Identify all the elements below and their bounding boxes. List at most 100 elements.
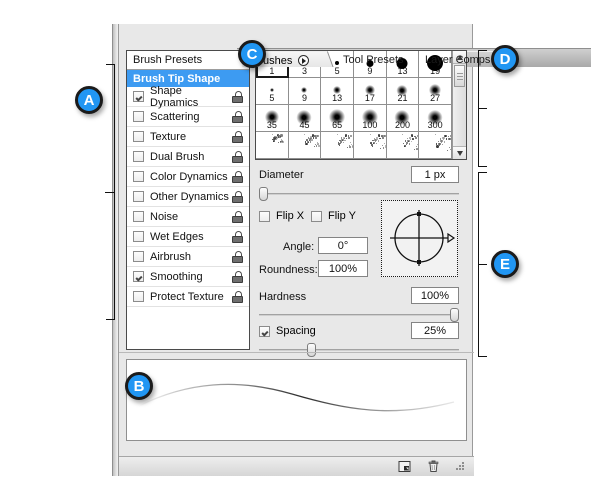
- brush-tip-cell[interactable]: 13: [321, 78, 354, 105]
- brush-option-label: Texture: [150, 130, 187, 143]
- lock-icon[interactable]: [232, 230, 244, 243]
- brush-option-label: Noise: [150, 210, 179, 223]
- panel-footer: [119, 456, 474, 476]
- lock-icon[interactable]: [232, 270, 244, 283]
- lock-icon[interactable]: [232, 210, 244, 223]
- brush-option-row[interactable]: Protect Texture: [127, 287, 249, 307]
- roundness-value[interactable]: 100%: [318, 260, 368, 277]
- angle-value[interactable]: 0°: [318, 237, 368, 254]
- brush-tip-cell[interactable]: 9: [288, 78, 322, 105]
- brush-option-row[interactable]: Shape Dynamics: [127, 84, 249, 109]
- brush-tip-cell[interactable]: [288, 132, 322, 159]
- scroll-down-arrow-icon[interactable]: [453, 146, 466, 159]
- brush-option-row[interactable]: Dual Brush: [127, 147, 249, 167]
- brush-tip-cell[interactable]: [354, 132, 387, 159]
- flip-y-checkbox-box[interactable]: [311, 210, 322, 222]
- brush-tip-cell[interactable]: 35: [256, 105, 289, 132]
- brush-tip-cell[interactable]: 100: [354, 105, 387, 132]
- brush-tip-cell[interactable]: 27: [419, 78, 452, 105]
- brush-option-row[interactable]: Smoothing: [127, 267, 249, 287]
- lock-icon[interactable]: [232, 110, 244, 123]
- panel-menu-icon[interactable]: [298, 55, 310, 66]
- trash-icon[interactable]: [426, 459, 441, 474]
- brush-tip-cell[interactable]: [256, 132, 289, 159]
- lock-icon[interactable]: [232, 190, 244, 203]
- scrollbar-thumb[interactable]: [454, 65, 465, 87]
- brush-tip-grid-cells[interactable]: 1 3 5 9 13 19 5 9 13 17 21 27 35 45 65 100 200 300: [256, 51, 452, 159]
- brush-tip-cell[interactable]: 21: [386, 78, 420, 105]
- flip-x-checkbox[interactable]: Flip X: [259, 210, 304, 222]
- lock-icon[interactable]: [232, 250, 244, 263]
- brush-option-label: Smoothing: [150, 270, 203, 283]
- brush-tip-size-label: 3: [301, 66, 307, 76]
- diameter-slider[interactable]: [259, 187, 459, 201]
- new-brush-icon[interactable]: [397, 459, 412, 474]
- brush-option-label: Dual Brush: [150, 150, 205, 163]
- angle-roundness-diagram-icon: [390, 210, 456, 266]
- brush-tip-cell[interactable]: 200: [386, 105, 420, 132]
- hardness-slider[interactable]: [259, 308, 459, 322]
- callout-bracket-e: [478, 172, 490, 357]
- lock-icon[interactable]: [232, 130, 244, 143]
- brush-option-checkbox[interactable]: [133, 151, 144, 162]
- brush-tip-size-label: 9: [367, 66, 373, 76]
- brush-option-label: Scattering: [150, 110, 200, 123]
- brush-option-checkbox[interactable]: [133, 191, 144, 202]
- brush-option-row[interactable]: Noise: [127, 207, 249, 227]
- brush-tip-cell[interactable]: 300: [419, 105, 452, 132]
- brush-option-label: Shape Dynamics: [150, 84, 199, 109]
- lock-icon[interactable]: [232, 170, 244, 183]
- spacing-label: Spacing: [276, 325, 316, 337]
- brush-option-row[interactable]: Texture: [127, 127, 249, 147]
- spacing-checkbox-box[interactable]: [259, 325, 270, 337]
- brush-tip-thumbnail: [364, 85, 375, 95]
- flip-y-checkbox[interactable]: Flip Y: [311, 210, 356, 222]
- lock-icon[interactable]: [232, 290, 244, 303]
- spacing-checkbox[interactable]: Spacing: [259, 325, 316, 337]
- brush-option-checkbox[interactable]: [133, 171, 144, 182]
- brush-option-row[interactable]: Other Dynamics: [127, 187, 249, 207]
- brush-options-list[interactable]: Brush Presets Brush Tip Shape Shape Dyna…: [126, 50, 250, 350]
- brush-option-checkbox[interactable]: [133, 251, 144, 262]
- brush-tip-thumbnail: [361, 109, 378, 125]
- brush-option-checkbox[interactable]: [133, 131, 144, 142]
- brush-tip-size-label: 1: [269, 66, 275, 76]
- brush-tip-cell[interactable]: [321, 132, 354, 159]
- brush-tip-cell[interactable]: 65: [321, 105, 354, 132]
- hardness-value[interactable]: 100%: [411, 287, 459, 304]
- brush-tip-thumbnail: [427, 109, 443, 125]
- brush-tip-cell[interactable]: [419, 132, 452, 159]
- brush-option-row[interactable]: Airbrush: [127, 247, 249, 267]
- spacing-value[interactable]: 25%: [411, 322, 459, 339]
- lock-icon[interactable]: [232, 150, 244, 163]
- brush-option-checkbox[interactable]: [133, 231, 144, 242]
- brush-tip-cell[interactable]: [386, 132, 420, 159]
- brush-tip-size-label: 9: [301, 93, 307, 103]
- callout-badge-c: C: [238, 40, 266, 68]
- brush-tip-cell[interactable]: 45: [288, 105, 322, 132]
- flip-x-checkbox-box[interactable]: [259, 210, 270, 222]
- lock-icon[interactable]: [232, 90, 244, 103]
- brush-option-row[interactable]: Wet Edges: [127, 227, 249, 247]
- brush-option-label: Wet Edges: [150, 230, 204, 243]
- brush-option-row[interactable]: Scattering: [127, 107, 249, 127]
- brush-tip-cell[interactable]: 5: [256, 78, 289, 105]
- brush-option-row[interactable]: Color Dynamics: [127, 167, 249, 187]
- brush-option-checkbox[interactable]: [133, 291, 144, 302]
- angle-roundness-preview[interactable]: [381, 200, 458, 277]
- brush-grid-scrollbar[interactable]: [452, 51, 466, 159]
- brush-tip-size-label: 5: [334, 66, 340, 76]
- brush-option-checkbox[interactable]: [133, 91, 144, 102]
- brush-option-label: Other Dynamics: [150, 190, 229, 203]
- panel-divider: [119, 352, 474, 353]
- flip-x-label: Flip X: [276, 210, 305, 222]
- brush-option-checkbox[interactable]: [133, 271, 144, 282]
- brush-option-checkbox[interactable]: [133, 111, 144, 122]
- brush-tip-cell[interactable]: 17: [354, 78, 387, 105]
- resize-grip-icon[interactable]: [455, 461, 466, 472]
- brush-tip-thumbnail: [333, 86, 342, 94]
- brush-option-checkbox[interactable]: [133, 211, 144, 222]
- spacing-slider[interactable]: [259, 343, 459, 357]
- diameter-value[interactable]: 1 px: [411, 166, 459, 183]
- list-item-brush-presets[interactable]: Brush Presets: [127, 51, 249, 70]
